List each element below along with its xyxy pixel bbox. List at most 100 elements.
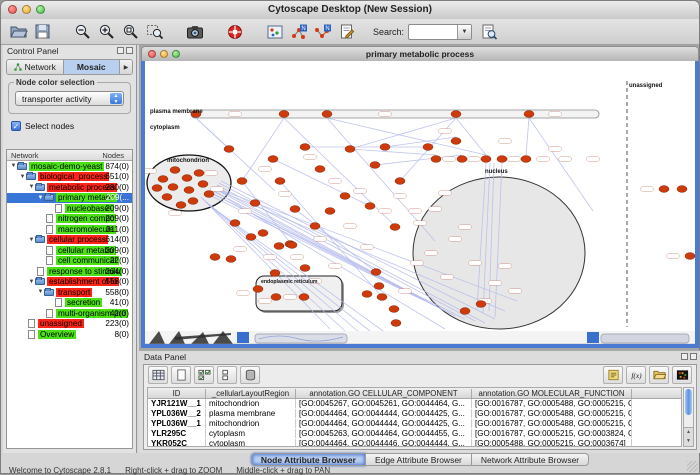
tree-row-cellular-process[interactable]: ▼cellular process614(0) — [7, 235, 132, 246]
delete-attribute-icon[interactable] — [240, 366, 260, 384]
tree-row-label: mosaic-demo-yeast — [29, 162, 104, 171]
scrollbar-thumb[interactable] — [685, 389, 692, 415]
tree-row-establishment-of-lo[interactable]: ▼establishment of lo558(0) — [7, 277, 132, 288]
table-scrollbar[interactable]: ▲▼ — [683, 387, 694, 447]
close-panel-icon[interactable] — [126, 47, 133, 54]
search-input[interactable]: ▼ — [408, 24, 472, 40]
region-label: cytoplasm — [150, 125, 180, 131]
network-node — [389, 306, 399, 313]
expand-triangle-icon[interactable]: ▼ — [28, 237, 35, 243]
tree-row-cell-communicat[interactable]: cell communicat22(0) — [7, 256, 132, 267]
tree-row-label: transport — [56, 288, 92, 297]
network-tree-header[interactable]: Network Nodes — [7, 150, 132, 161]
table-row[interactable]: YKR052Ccytoplasm[GO:0044464, GO:0044446,… — [148, 438, 681, 447]
zoom-in-icon[interactable] — [95, 21, 119, 43]
tree-row-macromolecule[interactable]: macromolecule311(0) — [7, 224, 132, 235]
tree-row-cellular-metabo[interactable]: cellular metabo209(0) — [7, 245, 132, 256]
folder-icon — [44, 194, 54, 201]
tree-row-secretion[interactable]: secretion41(0) — [7, 298, 132, 309]
search-dropdown-arrow[interactable]: ▼ — [457, 25, 471, 39]
tree-row-node-count: 209(0) — [105, 214, 129, 223]
tab-mosaic[interactable]: Mosaic — [64, 60, 121, 74]
unselect-attributes-icon[interactable] — [217, 366, 237, 384]
scrollbar-arrows[interactable]: ▲▼ — [684, 427, 693, 446]
tree-row-node-count: 209(... — [106, 193, 129, 202]
folder-icon — [17, 163, 27, 170]
enhanced-search-icon[interactable] — [477, 21, 501, 43]
zoom-selected-region-icon[interactable] — [143, 21, 167, 43]
function-builder-icon[interactable]: f(x) — [626, 366, 646, 384]
help-icon[interactable] — [223, 21, 247, 43]
network-node — [310, 223, 320, 230]
network-node — [182, 175, 192, 182]
close-data-panel-icon[interactable] — [690, 353, 697, 360]
network-view-frame[interactable]: primary metabolic process plasma membran… — [141, 46, 699, 348]
tree-row-response-to-stimulu[interactable]: response to stimulu264(0) — [7, 266, 132, 277]
network-node — [204, 191, 214, 198]
tree-row-transport[interactable]: ▼transport558(0) — [7, 287, 132, 298]
column-header-0[interactable]: ID — [148, 389, 206, 398]
expand-triangle-icon[interactable]: ▼ — [37, 289, 44, 295]
network-node — [521, 156, 531, 163]
import-attributes-icon[interactable] — [649, 366, 669, 384]
column-header-2[interactable]: annotation.GO CELLULAR_COMPONENT — [296, 389, 472, 398]
export-image-icon[interactable] — [183, 21, 207, 43]
tree-row-mosaic-demo-yeast[interactable]: ▼mosaic-demo-yeast874(0) — [7, 161, 132, 172]
tree-row-multi-organism-pro[interactable]: multi-organism pro42(0) — [7, 308, 132, 319]
table-row[interactable]: YPL036W__1mitochondrion[GO:0044464, GO:0… — [148, 419, 681, 429]
select-attributes-icon[interactable] — [194, 366, 214, 384]
tree-row-overview[interactable]: Overview8(0) — [7, 329, 132, 340]
select-nodes-checkbox[interactable]: ✓ — [11, 121, 21, 131]
resize-grip[interactable] — [687, 461, 698, 472]
create-attribute-icon[interactable] — [171, 366, 191, 384]
float-panel-icon[interactable] — [117, 47, 124, 54]
tree-row-biological-process[interactable]: ▼biological_process651(0) — [7, 172, 132, 183]
network-view-titlebar[interactable]: primary metabolic process — [141, 46, 699, 61]
node-color-dropdown[interactable]: transporter activity ▲▼ — [15, 91, 124, 106]
table-row[interactable]: YLR295Ccytoplasm[GO:0045263, GO:0044464,… — [148, 428, 681, 438]
tab-network[interactable]: Network — [7, 60, 64, 74]
workspace: Control Panel NetworkMosaic▶ Node color … — [1, 45, 699, 350]
expand-triangle-icon[interactable]: ▼ — [37, 195, 44, 201]
table-row[interactable]: YJR121W__1mitochondrion[GO:0045267, GO:0… — [148, 399, 681, 409]
node-label-capsule — [237, 291, 250, 296]
new-network-from-selected-nodes-selected-edges-icon[interactable]: N — [311, 21, 335, 43]
zoom-out-icon[interactable] — [71, 21, 95, 43]
open-session-icon[interactable] — [7, 21, 31, 43]
node-label-capsule — [537, 157, 550, 162]
tree-row-label: Overview — [38, 330, 76, 339]
table-row[interactable]: YPL036W__2plasma membrane[GO:0044464, GO… — [148, 409, 681, 419]
new-network-from-selected-nodes-all-edges-icon[interactable]: N — [287, 21, 311, 43]
network-node — [184, 187, 194, 194]
expand-triangle-icon[interactable]: ▼ — [28, 184, 35, 190]
table-options-icon[interactable] — [148, 366, 168, 384]
tree-row-metabolic-process[interactable]: ▼metabolic process280(0) — [7, 182, 132, 193]
tree-row-nucleobase-[interactable]: nucleobase-209(0) — [7, 203, 132, 214]
attribute-matrix-icon[interactable] — [672, 366, 692, 384]
expand-triangle-icon[interactable]: ▼ — [19, 174, 26, 180]
save-session-icon[interactable] — [31, 21, 55, 43]
network-node — [390, 224, 400, 231]
float-data-panel-icon[interactable] — [681, 353, 688, 360]
node-label-capsule — [559, 157, 572, 162]
tree-row-unassigned[interactable]: unassigned223(0) — [7, 319, 132, 330]
tree-row-nitrogen-compo[interactable]: nitrogen compo209(0) — [7, 214, 132, 225]
network-node — [374, 283, 384, 290]
expand-triangle-icon[interactable]: ▼ — [10, 163, 17, 169]
table-cell: [GO:0045263, GO:0044464, GO:0044455, G..… — [296, 429, 472, 438]
table-cell: [GO:0044464, GO:0044444, GO:0044425, G..… — [296, 409, 472, 418]
attribute-notes-icon[interactable] — [603, 366, 623, 384]
more-tabs-button[interactable]: ▶ — [120, 60, 132, 74]
network-node — [322, 111, 332, 118]
column-header-3[interactable]: annotation.GO MOLECULAR_FUNCTION — [472, 389, 632, 398]
network-node — [268, 156, 278, 163]
attribute-table[interactable]: ID_cellularLayoutRegionannotation.GO CEL… — [147, 387, 682, 447]
annotation-tool-icon[interactable] — [335, 21, 359, 43]
network-canvas[interactable]: plasma membranecytoplasmmitochondrionnuc… — [141, 61, 699, 348]
node-label-capsule — [279, 192, 292, 197]
zoom-fit-icon[interactable] — [119, 21, 143, 43]
graphics-details-icon[interactable] — [263, 21, 287, 43]
tree-row-primary-metabo[interactable]: ▼primary metabo209(... — [7, 193, 132, 204]
expand-triangle-icon[interactable]: ▼ — [28, 279, 35, 285]
column-header-1[interactable]: _cellularLayoutRegion — [206, 389, 296, 398]
